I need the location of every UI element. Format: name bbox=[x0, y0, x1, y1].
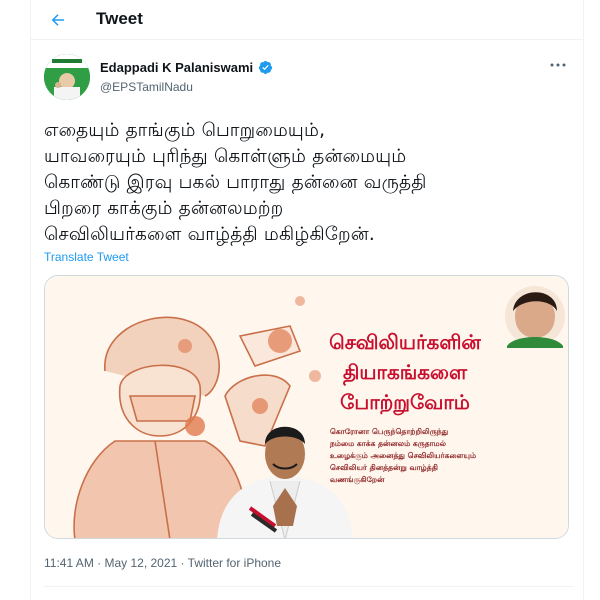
meta-separator: · bbox=[93, 556, 105, 570]
tweet-line: எதையும் தாங்கும் பொறுமையும், bbox=[44, 120, 326, 141]
poster-headline: போற்றுவோம் bbox=[340, 390, 470, 414]
arrow-left-icon bbox=[51, 14, 64, 26]
poster-body-line: உழைக்கும் அனைத்து செவிலியர்களையும் bbox=[330, 451, 477, 460]
tweet-line: செவிலியர்களை வாழ்த்தி மகிழ்கிறேன். bbox=[44, 224, 375, 245]
back-button[interactable] bbox=[44, 6, 72, 34]
tweet-line: பிறரை காக்கும் தன்னலமற்ற bbox=[44, 198, 284, 219]
author-handle[interactable]: @EPSTamilNadu bbox=[100, 80, 193, 94]
page-title: Tweet bbox=[96, 9, 143, 28]
tweet-line: கொண்டு இரவு பகல் பாராது தன்னை வருத்தி bbox=[44, 172, 427, 193]
avatar-image bbox=[44, 54, 90, 100]
avatar[interactable] bbox=[44, 54, 90, 100]
tweet-source[interactable]: Twitter for iPhone bbox=[188, 556, 281, 570]
page-header: Tweet bbox=[30, 0, 584, 40]
poster-body: கொரோனா பெருந்தொற்றிலிருந்து நம்மை காக்க … bbox=[330, 426, 535, 486]
tweet-date[interactable]: May 12, 2021 bbox=[104, 556, 177, 570]
poster-body-line: செவிலியர் தினத்தன்று வாழ்த்தி bbox=[330, 463, 438, 472]
more-horizontal-icon bbox=[550, 63, 566, 67]
poster-body-line: வணங்குகிறேன் bbox=[330, 475, 385, 484]
tweet-line: யாவரையும் புரிந்து கொள்ளும் தன்மையும் bbox=[44, 146, 407, 167]
poster-headline: செவிலியர்களின் bbox=[329, 330, 481, 354]
translate-tweet-link[interactable]: Translate Tweet bbox=[44, 250, 129, 264]
more-button[interactable] bbox=[548, 58, 568, 72]
divider bbox=[44, 586, 574, 587]
poster-body-line: நம்மை காக்க தன்னலம் கருதாமல் bbox=[330, 439, 447, 448]
poster-body-line: கொரோனா பெருந்தொற்றிலிருந்து bbox=[330, 427, 449, 436]
tweet-text: எதையும் தாங்கும் பொறுமையும், யாவரையும் ப… bbox=[44, 118, 574, 248]
author-name[interactable]: Edappadi K Palaniswami bbox=[100, 60, 253, 75]
tweet-media-image[interactable]: செவிலியர்களின் தியாகங்களை போற்றுவோம் கொர… bbox=[44, 275, 569, 539]
meta-separator: · bbox=[177, 556, 188, 570]
poster-illustration bbox=[45, 276, 568, 538]
tweet-metadata: 11:41 AM · May 12, 2021 · Twitter for iP… bbox=[44, 556, 281, 570]
verified-badge-icon bbox=[258, 60, 273, 75]
poster-headline: தியாகங்களை bbox=[342, 360, 468, 384]
tweet-time[interactable]: 11:41 AM bbox=[44, 556, 94, 570]
